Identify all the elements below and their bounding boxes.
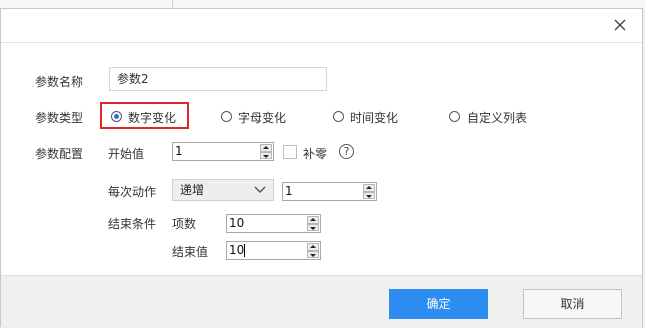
end-value: 10 xyxy=(229,243,245,257)
start-value-label: 开始值 xyxy=(108,147,145,161)
step-value: 1 xyxy=(285,184,293,198)
parameter-dialog: 参数名称 参数2 参数类型 数字变化 字母变化 时间变化 自定义列表 参数配置 … xyxy=(0,8,643,328)
increment-button[interactable] xyxy=(363,184,375,192)
end-value-label: 结束值 xyxy=(172,245,209,259)
text-cursor xyxy=(244,244,245,257)
each-action-label: 每次动作 xyxy=(108,185,157,199)
radio-number-change[interactable] xyxy=(111,111,122,122)
decrement-button[interactable] xyxy=(307,223,319,231)
decrement-button[interactable] xyxy=(260,151,272,159)
radio-letter-change[interactable] xyxy=(221,111,232,122)
each-action-value: 递增 xyxy=(180,183,205,197)
dialog-footer: 确定 取消 xyxy=(1,275,642,328)
increment-button[interactable] xyxy=(307,243,319,251)
radio-time-change-label[interactable]: 时间变化 xyxy=(350,109,398,126)
question-circle-icon[interactable]: ? xyxy=(339,144,354,159)
radio-number-change-label[interactable]: 数字变化 xyxy=(128,109,176,126)
chevron-down-icon xyxy=(254,184,266,198)
radio-letter-change-label[interactable]: 字母变化 xyxy=(238,109,286,126)
param-config-label: 参数配置 xyxy=(35,147,84,161)
step-spinner[interactable]: 1 xyxy=(282,182,377,201)
pad-zero-label: 补零 xyxy=(303,147,328,161)
radio-time-change[interactable] xyxy=(333,111,344,122)
dialog-body: 参数名称 参数2 参数类型 数字变化 字母变化 时间变化 自定义列表 参数配置 … xyxy=(1,43,642,275)
divider xyxy=(172,0,173,8)
dialog-titlebar xyxy=(1,9,642,43)
radio-custom-list-label[interactable]: 自定义列表 xyxy=(467,109,527,126)
count-label: 项数 xyxy=(172,217,197,231)
radio-custom-list[interactable] xyxy=(449,111,460,122)
decrement-button[interactable] xyxy=(363,191,375,199)
count-value: 10 xyxy=(229,216,245,230)
count-spinner[interactable]: 10 xyxy=(226,214,321,233)
increment-button[interactable] xyxy=(260,144,272,152)
increment-button[interactable] xyxy=(307,216,319,224)
end-condition-label: 结束条件 xyxy=(108,217,157,231)
end-value-spinner[interactable]: 10 xyxy=(226,241,321,260)
ok-button[interactable]: 确定 xyxy=(389,289,488,319)
pad-zero-checkbox[interactable] xyxy=(283,145,297,159)
background-strip xyxy=(0,0,645,8)
close-icon[interactable] xyxy=(612,17,628,33)
param-name-input[interactable]: 参数2 xyxy=(109,67,327,91)
cancel-button[interactable]: 取消 xyxy=(523,289,622,319)
param-name-label: 参数名称 xyxy=(35,75,84,89)
start-value-spinner[interactable]: 1 xyxy=(172,142,274,161)
start-value: 1 xyxy=(175,144,183,158)
param-type-label: 参数类型 xyxy=(35,111,84,125)
decrement-button[interactable] xyxy=(307,250,319,258)
each-action-select[interactable]: 递增 xyxy=(172,179,274,201)
